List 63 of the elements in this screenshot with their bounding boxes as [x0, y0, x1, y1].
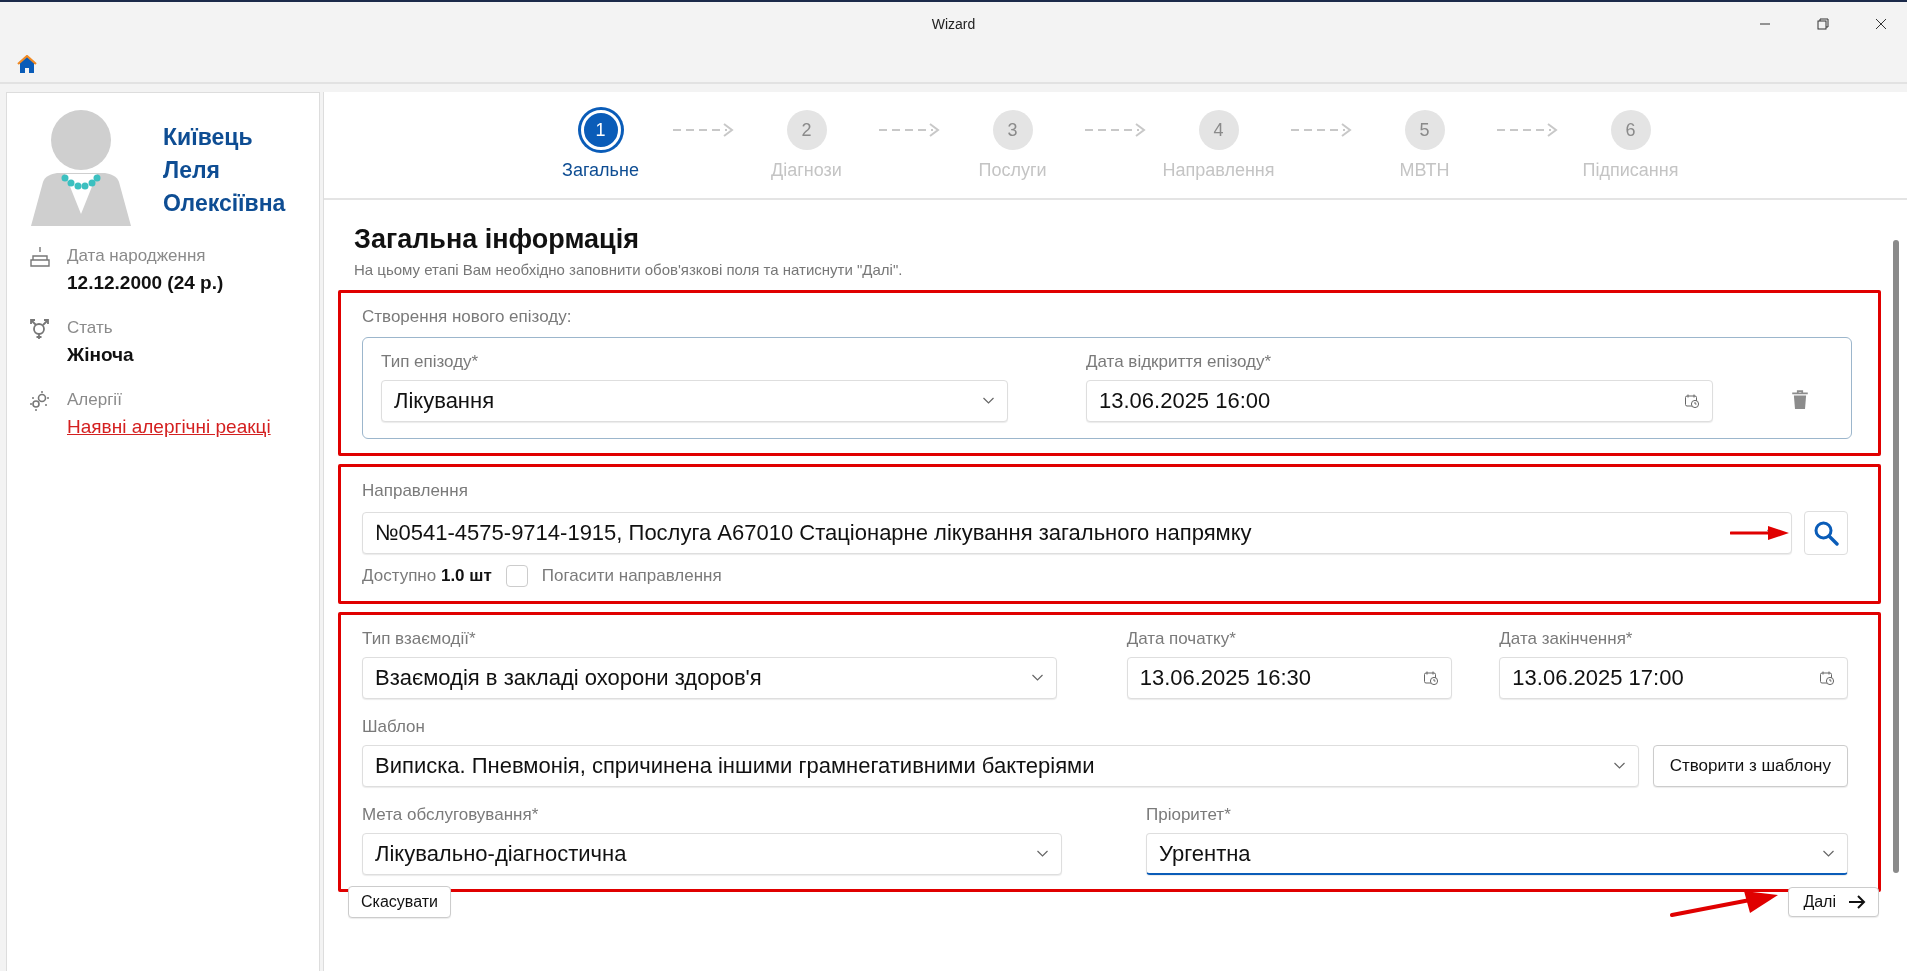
chevron-down-icon	[1030, 674, 1044, 682]
field-label: Тип епізоду*	[381, 352, 480, 372]
field-label: Дата початку*	[1126, 629, 1237, 649]
field-label: Дата відкриття епізоду*	[1086, 352, 1273, 372]
dashed-arrow-icon	[1083, 122, 1148, 138]
chevron-down-icon	[1822, 849, 1835, 858]
scrollbar[interactable]	[1893, 240, 1899, 873]
patient-name: Київець	[163, 123, 254, 152]
annotation-arrow	[1730, 525, 1790, 541]
start-date-field[interactable]: 13.06.2025 16:30	[1126, 657, 1453, 699]
interaction-type-select[interactable]: Взаємодія в закладі охорони здоров'я	[362, 657, 1057, 699]
chevron-down-icon	[1612, 762, 1626, 770]
allergen-icon	[29, 390, 51, 412]
cancel-button[interactable]: Скасувати	[348, 886, 451, 918]
episode-type-select[interactable]: Лікування	[381, 380, 1008, 422]
field-label: Тип взаємодії*	[362, 629, 477, 649]
service-purpose-select[interactable]: Лікувально-діагностична	[362, 833, 1062, 875]
patient-name: Леля	[163, 156, 221, 185]
create-from-template-button[interactable]: Створити з шаблону	[1652, 745, 1848, 787]
detail-label: Стать	[67, 318, 114, 338]
cancel-referral-checkbox[interactable]: Погасити направлення	[505, 565, 722, 587]
chevron-down-icon	[1036, 850, 1049, 858]
restore-icon[interactable]	[1817, 18, 1829, 30]
section-heading: Загальна інформація	[354, 224, 640, 255]
priority-select[interactable]: Ургентна	[1146, 833, 1848, 875]
calendar-clock-icon	[1423, 670, 1440, 686]
field-label: Дата закінчення*	[1499, 629, 1634, 649]
search-icon	[1813, 520, 1839, 546]
step-label[interactable]: Загальне	[562, 160, 639, 181]
detail-label: Алергії	[67, 390, 123, 410]
dashed-arrow-icon	[671, 122, 736, 138]
home-icon[interactable]	[17, 54, 37, 74]
detail-value: Жіноча	[67, 344, 134, 366]
referral-select[interactable]: №0541-4575-9714-1915, Послуга A67010 Стаціонарне лікування загального напрямку	[362, 512, 1792, 554]
field-label: Направлення	[362, 481, 469, 501]
step-number[interactable]: 1	[580, 110, 621, 150]
field-label: Мета обслуговування*	[362, 805, 540, 825]
window-title: Wizard	[931, 16, 976, 32]
template-select[interactable]: Виписка. Пневмонія, спричинена іншими грамнегативними бактеріями	[362, 745, 1639, 787]
patient-name: Олексіївна	[163, 189, 286, 218]
allergy-link[interactable]: Наявні алергічні реакці	[67, 416, 271, 438]
close-icon[interactable]	[1875, 18, 1887, 30]
trash-icon[interactable]	[1791, 390, 1809, 410]
field-label: Пріоритет*	[1146, 805, 1232, 825]
cake-icon	[29, 246, 51, 268]
episode-caption: Створення нового епізоду:	[362, 307, 573, 327]
dashed-arrow-icon	[1495, 122, 1560, 138]
dashed-arrow-icon	[1289, 122, 1354, 138]
detail-value: 12.12.2000 (24 р.)	[67, 272, 224, 294]
available-text: Доступно 1.0 шт	[362, 566, 492, 586]
search-button[interactable]	[1804, 511, 1848, 555]
section-subtitle: На цьому етапі Вам необхідно заповнити обов'язкові поля та натиснути "Далі".	[354, 261, 904, 278]
dashed-arrow-icon	[877, 122, 942, 138]
gender-icon	[29, 318, 51, 340]
detail-label: Дата народження	[67, 246, 207, 266]
next-button[interactable]: Далі	[1788, 887, 1879, 917]
field-label: Шаблон	[362, 717, 426, 737]
calendar-clock-icon	[1684, 393, 1700, 409]
calendar-clock-icon	[1819, 670, 1835, 686]
chevron-down-icon	[982, 397, 995, 405]
arrow-right-icon	[1848, 895, 1866, 909]
episode-date-field[interactable]: 13.06.2025 16:00	[1086, 380, 1713, 422]
end-date-field[interactable]: 13.06.2025 17:00	[1499, 657, 1848, 699]
